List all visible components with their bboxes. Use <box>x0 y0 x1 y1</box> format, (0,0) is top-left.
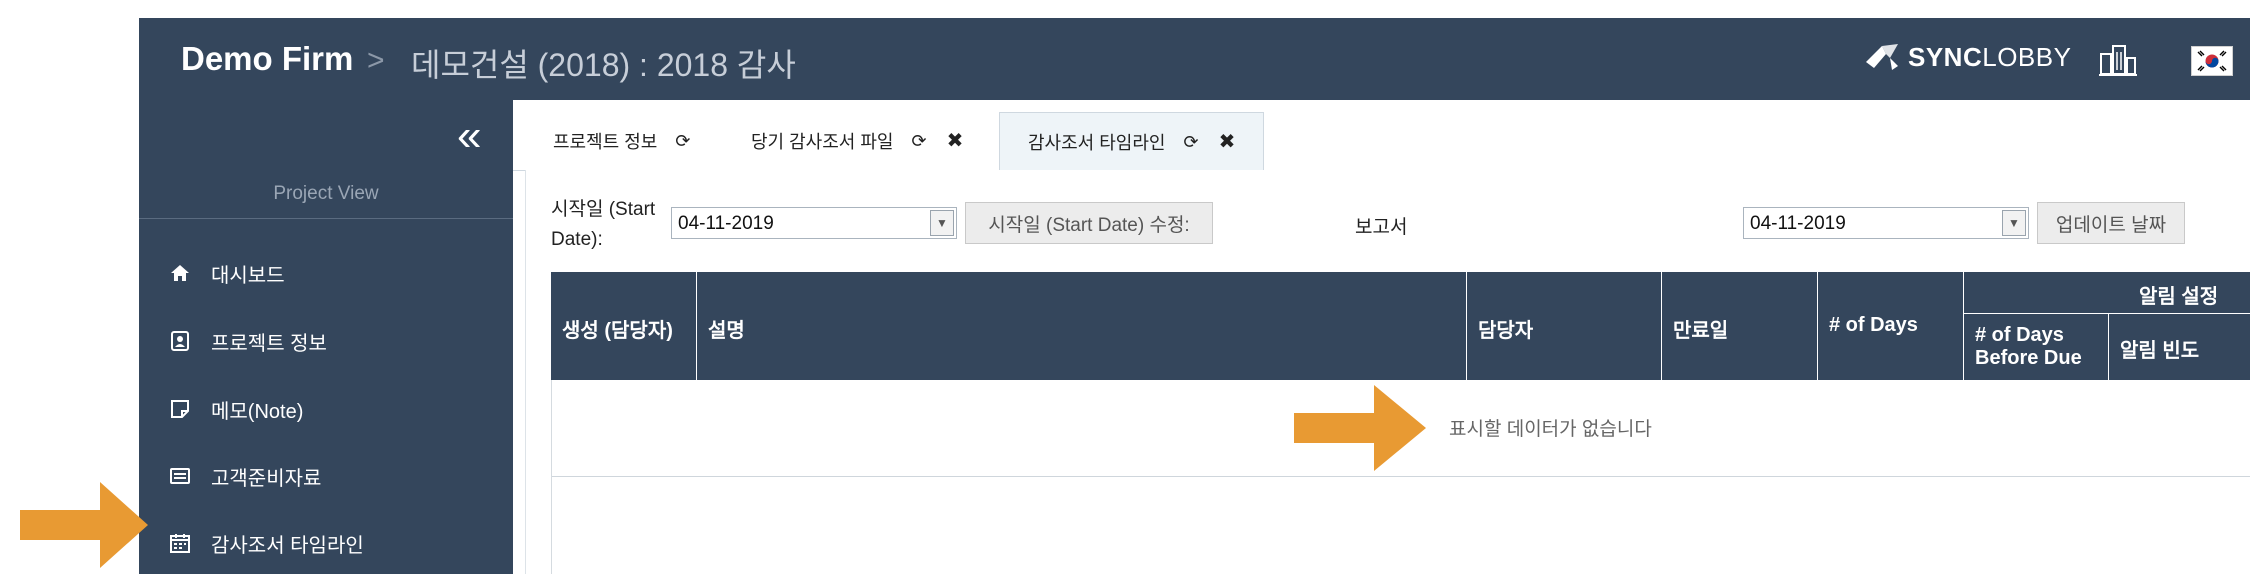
column-header-label: 담당자 <box>1478 320 1534 342</box>
close-icon[interactable]: ✖ <box>947 131 964 151</box>
monitor-icon <box>169 465 191 487</box>
sidebar-item-label: 대시보드 <box>211 264 285 287</box>
tab-label: 당기 감사조서 파일 <box>751 132 894 152</box>
sidebar-pointer-arrow <box>20 482 148 568</box>
note-icon <box>169 398 191 420</box>
tab-label: 감사조서 타임라인 <box>1028 132 1166 153</box>
table-header: 생성 (담당자) 설명 담당자 만료일 # of Days 알림 설정 # of… <box>551 272 2250 380</box>
start-date-select[interactable]: 04-11-2019 ▼ <box>671 207 957 239</box>
sync-lobby-text: SYNCLOBBY <box>1908 41 2072 72</box>
refresh-icon[interactable]: ⟳ <box>1183 133 1198 151</box>
empty-table-message: 표시할 데이터가 없습니다 <box>1449 419 1652 440</box>
collapse-sidebar-icon[interactable]: « <box>457 114 481 158</box>
sync-lobby-icon <box>1866 44 1898 70</box>
firm-name[interactable]: Demo Firm <box>181 40 353 78</box>
column-header-label: 만료일 <box>1673 320 1729 342</box>
column-header-label: 생성 (담당자) <box>562 320 673 342</box>
column-header-label: # of Days <box>1829 314 1918 336</box>
column-header-num-days[interactable]: # of Days <box>1818 272 1964 380</box>
sidebar-item-dashboard[interactable]: 대시보드 <box>139 240 513 306</box>
sidebar-item-label: 고객준비자료 <box>211 467 322 490</box>
column-header-label: # of Days Before Due <box>1975 324 2082 369</box>
column-header-alert-frequency[interactable]: 알림 빈도 <box>2109 314 2250 380</box>
update-date-button[interactable]: 업데이트 날짜 <box>2037 202 2185 244</box>
sidebar-item-project-info[interactable]: 프로젝트 정보 <box>139 308 513 374</box>
refresh-icon[interactable]: ⟳ <box>911 132 926 150</box>
sidebar-item-client-materials[interactable]: 고객준비자료 <box>139 443 513 509</box>
close-icon[interactable]: ✖ <box>1219 132 1236 152</box>
tab-project-info[interactable]: 프로젝트 정보 ⟳ <box>553 112 690 170</box>
chevron-down-icon: ▼ <box>2002 210 2026 236</box>
column-header-days-before-due[interactable]: # of Days Before Due <box>1964 314 2109 380</box>
panel-border <box>525 170 526 574</box>
report-date-value: 04-11-2019 <box>1750 213 1846 234</box>
tab-label: 프로젝트 정보 <box>553 132 658 152</box>
start-date-value: 04-11-2019 <box>678 213 774 234</box>
tab-bar: 프로젝트 정보 ⟳ 당기 감사조서 파일 ⟳ ✖ 감사조서 타임라인 ⟳ ✖ <box>513 100 2250 171</box>
report-label: 보고서 <box>1355 217 1408 238</box>
breadcrumb-separator: > <box>367 44 385 77</box>
home-icon <box>169 262 191 284</box>
column-header-description[interactable]: 설명 <box>697 272 1467 380</box>
sidebar-item-label: 프로젝트 정보 <box>211 332 327 355</box>
contact-card-icon <box>169 330 191 352</box>
chevron-down-icon: ▼ <box>930 210 954 236</box>
sidebar-item-label: 감사조서 타임라인 <box>211 534 364 557</box>
calendar-icon <box>169 532 191 554</box>
top-header: Demo Firm > 데모건설 (2018) : 2018 감사 SYNCLO… <box>139 18 2250 100</box>
building-icon[interactable] <box>2099 44 2137 81</box>
column-header-label: 알림 빈도 <box>2120 340 2200 362</box>
sidebar: « Project View 대시보드 프로젝트 정보 메모(Note) 고객준… <box>139 100 513 574</box>
row-divider <box>552 476 2250 477</box>
tab-current-workpapers[interactable]: 당기 감사조서 파일 ⟳ ✖ <box>751 112 963 170</box>
project-title: 데모건설 (2018) : 2018 감사 <box>411 47 796 83</box>
edit-start-date-button[interactable]: 시작일 (Start Date) 수정: <box>965 202 1213 244</box>
column-header-due-date[interactable]: 만료일 <box>1662 272 1818 380</box>
sync-lobby-logo[interactable]: SYNCLOBBY <box>1864 40 2071 74</box>
column-group-alert-settings: 알림 설정 <box>1964 272 2250 314</box>
column-group-label: 알림 설정 <box>2139 286 2219 308</box>
column-header-created-by[interactable]: 생성 (담당자) <box>551 272 697 380</box>
column-header-assignee[interactable]: 담당자 <box>1467 272 1662 380</box>
sidebar-item-note[interactable]: 메모(Note) <box>139 376 513 442</box>
report-date-select[interactable]: 04-11-2019 ▼ <box>1743 207 2029 239</box>
sidebar-divider <box>139 218 513 219</box>
project-view-label: Project View <box>273 183 379 204</box>
empty-message-pointer-arrow <box>1294 385 1426 471</box>
start-date-label: 시작일 (Start Date): <box>551 199 656 250</box>
sidebar-item-label: 메모(Note) <box>211 400 304 423</box>
refresh-icon[interactable]: ⟳ <box>675 132 690 150</box>
korea-flag-icon[interactable] <box>2191 46 2233 76</box>
column-header-label: 설명 <box>708 320 745 342</box>
sidebar-item-workpaper-timeline[interactable]: 감사조서 타임라인 <box>139 510 513 574</box>
tab-workpaper-timeline[interactable]: 감사조서 타임라인 ⟳ ✖ <box>999 112 1265 171</box>
